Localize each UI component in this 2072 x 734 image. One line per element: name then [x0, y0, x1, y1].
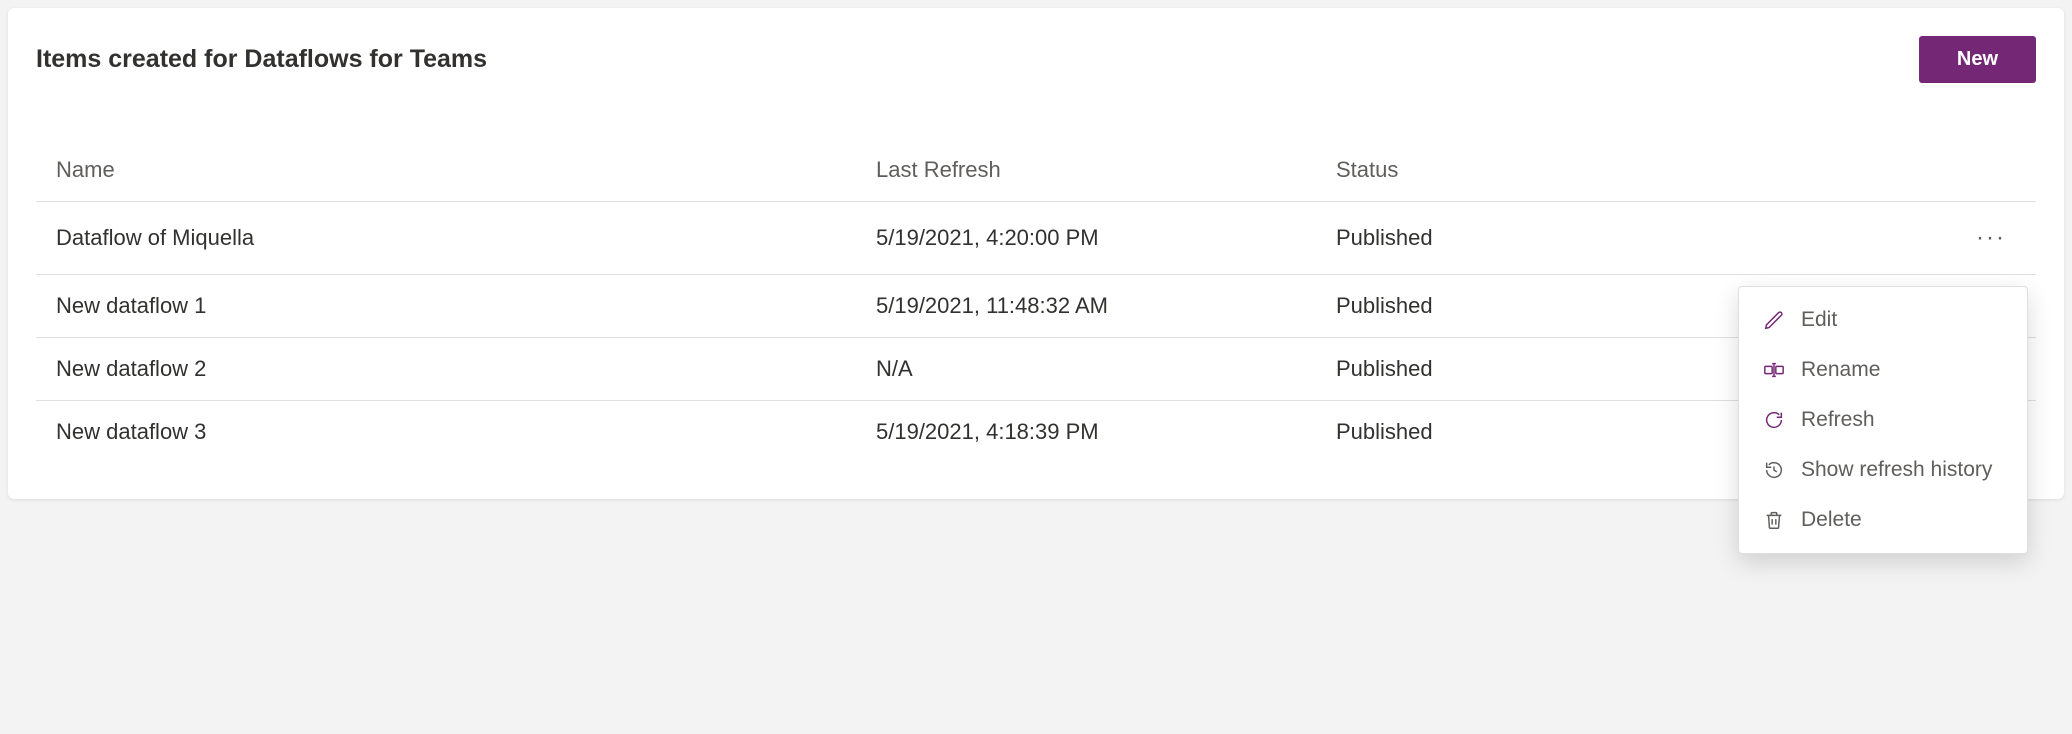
- cell-name: New dataflow 3: [36, 401, 856, 464]
- history-icon: [1761, 457, 1787, 483]
- dataflows-card: Items created for Dataflows for Teams Ne…: [8, 8, 2064, 499]
- menu-item-label: Rename: [1801, 358, 1880, 382]
- menu-item-label: Delete: [1801, 508, 1862, 532]
- cell-name: New dataflow 2: [36, 338, 856, 401]
- cell-status: Published: [1316, 401, 1776, 464]
- table-row[interactable]: New dataflow 2 N/A Published: [36, 338, 2036, 401]
- rename-icon: [1761, 357, 1787, 383]
- refresh-icon: [1761, 407, 1787, 433]
- cell-last-refresh: 5/19/2021, 11:48:32 AM: [856, 275, 1316, 338]
- cell-last-refresh: 5/19/2021, 4:20:00 PM: [856, 202, 1316, 275]
- new-button[interactable]: New: [1919, 36, 2036, 83]
- card-header: Items created for Dataflows for Teams Ne…: [8, 36, 2064, 139]
- cell-status: Published: [1316, 202, 1776, 275]
- trash-icon: [1761, 507, 1787, 533]
- cell-last-refresh: N/A: [856, 338, 1316, 401]
- cell-name: New dataflow 1: [36, 275, 856, 338]
- table-row[interactable]: Dataflow of Miquella 5/19/2021, 4:20:00 …: [36, 202, 2036, 275]
- page-title: Items created for Dataflows for Teams: [36, 45, 487, 74]
- dataflows-table: Name Last Refresh Status Dataflow of Miq…: [36, 139, 2036, 463]
- cell-last-refresh: 5/19/2021, 4:18:39 PM: [856, 401, 1316, 464]
- menu-item-show-refresh-history[interactable]: Show refresh history: [1739, 445, 2027, 495]
- menu-item-label: Show refresh history: [1801, 458, 1992, 482]
- menu-item-label: Refresh: [1801, 408, 1875, 432]
- menu-item-rename[interactable]: Rename: [1739, 345, 2027, 395]
- column-header-name[interactable]: Name: [36, 139, 856, 202]
- ellipsis-icon: ···: [1976, 224, 2006, 251]
- column-header-actions: [1776, 139, 2036, 202]
- table-row[interactable]: New dataflow 1 5/19/2021, 11:48:32 AM Pu…: [36, 275, 2036, 338]
- more-actions-button[interactable]: ···: [1966, 220, 2016, 256]
- table-row[interactable]: New dataflow 3 5/19/2021, 4:18:39 PM Pub…: [36, 401, 2036, 464]
- menu-item-edit[interactable]: Edit: [1739, 295, 2027, 345]
- menu-item-delete[interactable]: Delete: [1739, 495, 2027, 545]
- cell-status: Published: [1316, 338, 1776, 401]
- column-header-last-refresh[interactable]: Last Refresh: [856, 139, 1316, 202]
- menu-item-label: Edit: [1801, 308, 1837, 332]
- column-header-status[interactable]: Status: [1316, 139, 1776, 202]
- cell-name: Dataflow of Miquella: [36, 202, 856, 275]
- pencil-icon: [1761, 307, 1787, 333]
- menu-item-refresh[interactable]: Refresh: [1739, 395, 2027, 445]
- table-header-row: Name Last Refresh Status: [36, 139, 2036, 202]
- row-context-menu: Edit Rename Refresh: [1738, 286, 2028, 554]
- cell-status: Published: [1316, 275, 1776, 338]
